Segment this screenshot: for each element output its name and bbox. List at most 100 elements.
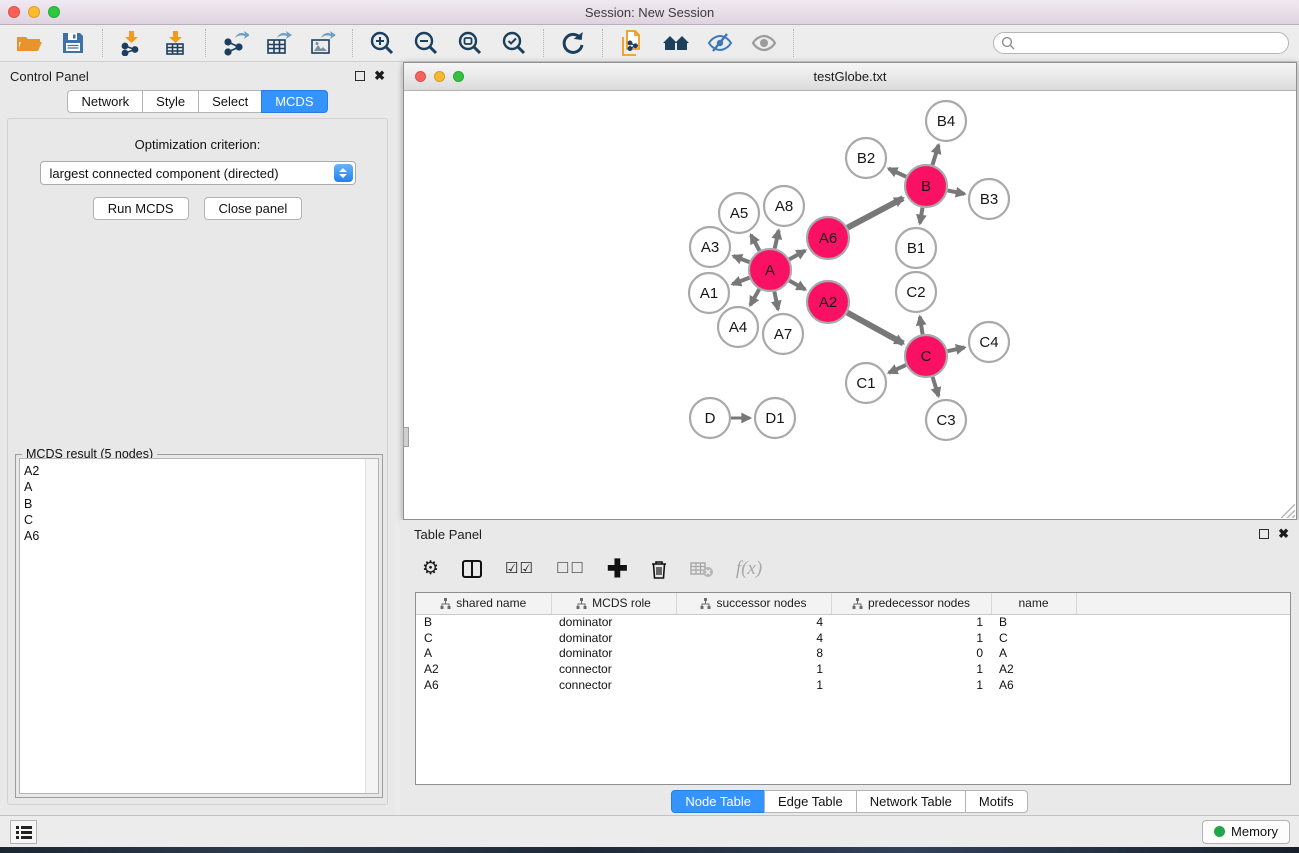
zoom-in-icon[interactable] (367, 29, 397, 57)
graph-edge-A-A4[interactable] (750, 289, 759, 305)
tab-edge-table[interactable]: Edge Table (764, 790, 857, 813)
add-column-icon[interactable]: ✚ (607, 556, 628, 582)
graph-edge-C-C4[interactable] (947, 347, 964, 351)
tab-network[interactable]: Network (67, 90, 143, 113)
graph-edge-C-C2[interactable] (920, 317, 923, 335)
memory-button[interactable]: Memory (1202, 820, 1290, 844)
table-cell: A6 (991, 677, 1076, 693)
float-panel-icon[interactable] (355, 71, 365, 81)
graph-node-label: A3 (701, 239, 719, 256)
column-label: predecessor nodes (868, 596, 970, 610)
network-graph-canvas[interactable]: B4B2BB3A5A8A6A3B1AA1C2A2A4A7C4CC1DD1C3 (404, 91, 1296, 519)
column-header-shared-name[interactable]: shared name (416, 593, 551, 614)
tab-mcds[interactable]: MCDS (261, 90, 327, 113)
graph-edge-A2-C[interactable] (847, 313, 903, 344)
tab-motifs[interactable]: Motifs (965, 790, 1028, 813)
graph-node-label: A5 (730, 205, 748, 222)
control-panel-title: Control Panel (10, 69, 89, 84)
tab-style[interactable]: Style (142, 90, 199, 113)
close-panel-button[interactable]: Close panel (204, 197, 303, 220)
table-cell: B (416, 614, 551, 630)
graph-edge-B-B2[interactable] (889, 169, 906, 177)
duplicate-network-icon[interactable] (617, 29, 647, 57)
function-builder-icon[interactable]: f(x) (736, 556, 762, 582)
table-row[interactable]: Bdominator41B (416, 614, 1290, 630)
close-panel-icon[interactable]: ✖ (374, 71, 385, 81)
graph-edge-A-A1[interactable] (732, 278, 749, 284)
zoom-selected-icon[interactable] (499, 29, 529, 57)
graph-edge-A-A6[interactable] (789, 251, 805, 260)
graph-node-label: A7 (774, 326, 792, 343)
graph-edge-A-A3[interactable] (733, 256, 749, 262)
graph-edge-A-A5[interactable] (751, 235, 760, 251)
table-row[interactable]: A2connector11A2 (416, 661, 1290, 677)
result-scrollbar[interactable] (365, 459, 378, 793)
mcds-tab-content: Optimization criterion: largest connecte… (7, 118, 388, 805)
import-network-icon[interactable] (117, 29, 147, 57)
table-cell: dominator (551, 630, 676, 646)
table-cell: B (991, 614, 1076, 630)
graph-edge-B-B3[interactable] (948, 190, 965, 194)
criterion-value: largest connected component (directed) (50, 166, 279, 181)
import-table-icon[interactable] (161, 29, 191, 57)
graph-edge-A6-B[interactable] (847, 198, 903, 228)
select-all-icon[interactable]: ☑☑ (505, 556, 534, 582)
column-header-predecessor-nodes[interactable]: predecessor nodes (831, 593, 991, 614)
close-table-panel-icon[interactable]: ✖ (1278, 529, 1289, 539)
window-title: Session: New Session (0, 5, 1299, 20)
column-label: MCDS role (592, 596, 651, 610)
graph-edge-B-B1[interactable] (920, 208, 923, 224)
column-header-MCDS-role[interactable]: MCDS role (551, 593, 676, 614)
tab-network-table[interactable]: Network Table (856, 790, 966, 813)
delete-column-icon[interactable] (650, 556, 668, 582)
run-mcds-button[interactable]: Run MCDS (93, 197, 189, 220)
mcds-result-item: A2 (24, 463, 378, 479)
deselect-all-icon[interactable]: ☐☐ (556, 556, 585, 582)
mcds-result-list[interactable]: A2ABCA6 (19, 458, 379, 794)
graph-edge-C-C3[interactable] (933, 377, 939, 396)
column-visibility-icon[interactable] (461, 556, 483, 582)
table-tabs: Node TableEdge TableNetwork TableMotifs (400, 790, 1299, 813)
graph-edge-C-C1[interactable] (889, 365, 906, 373)
table-cell: 1 (831, 677, 991, 693)
tab-node-table[interactable]: Node Table (671, 790, 765, 813)
graph-node-label: D1 (765, 410, 784, 427)
criterion-dropdown[interactable]: largest connected component (directed) (40, 161, 356, 185)
zoom-out-icon[interactable] (411, 29, 441, 57)
table-cell: 4 (676, 614, 831, 630)
export-network-icon[interactable] (220, 29, 250, 57)
show-all-eye-icon[interactable] (749, 29, 779, 57)
graph-edge-A-A2[interactable] (789, 281, 805, 290)
table-toolbar: ⚙ ☑☑ ☐☐ ✚ f(x) (400, 548, 1299, 590)
workspace: testGlobe.txt B4B2BB3A5A8A6A3B1AA1C2A2A4… (400, 62, 1299, 815)
table-settings-gear-icon[interactable]: ⚙ (422, 556, 439, 582)
task-history-button[interactable] (10, 820, 37, 844)
hide-selected-eye-icon[interactable] (705, 29, 735, 57)
graph-edge-B-B4[interactable] (932, 145, 938, 165)
column-header-name[interactable]: name (991, 593, 1076, 614)
graph-node-label: B3 (980, 191, 998, 208)
table-row[interactable]: A6connector11A6 (416, 677, 1290, 693)
graph-node-label: C4 (979, 334, 998, 351)
table-row[interactable]: Cdominator41C (416, 630, 1290, 646)
export-table-icon[interactable] (264, 29, 294, 57)
refresh-icon[interactable] (558, 29, 588, 57)
resize-grip-icon[interactable] (1281, 504, 1295, 518)
window-edge-handle[interactable] (403, 427, 409, 447)
column-header-successor-nodes[interactable]: successor nodes (676, 593, 831, 614)
search-input[interactable] (993, 32, 1289, 54)
zoom-fit-icon[interactable] (455, 29, 485, 57)
table-cell (1076, 630, 1290, 646)
float-table-panel-icon[interactable] (1259, 529, 1269, 539)
open-file-icon[interactable] (14, 29, 44, 57)
export-image-icon[interactable] (308, 29, 338, 57)
network-window-titlebar[interactable]: testGlobe.txt (404, 63, 1296, 91)
table-row[interactable]: Adominator80A (416, 646, 1290, 662)
control-panel-tabs: NetworkStyleSelectMCDS (0, 90, 395, 113)
save-session-icon[interactable] (58, 29, 88, 57)
graph-edge-A-A7[interactable] (774, 292, 778, 310)
graph-edge-A-A8[interactable] (775, 230, 779, 248)
tab-select[interactable]: Select (198, 90, 262, 113)
homes-icon[interactable] (661, 29, 691, 57)
delete-table-icon[interactable] (690, 556, 714, 582)
